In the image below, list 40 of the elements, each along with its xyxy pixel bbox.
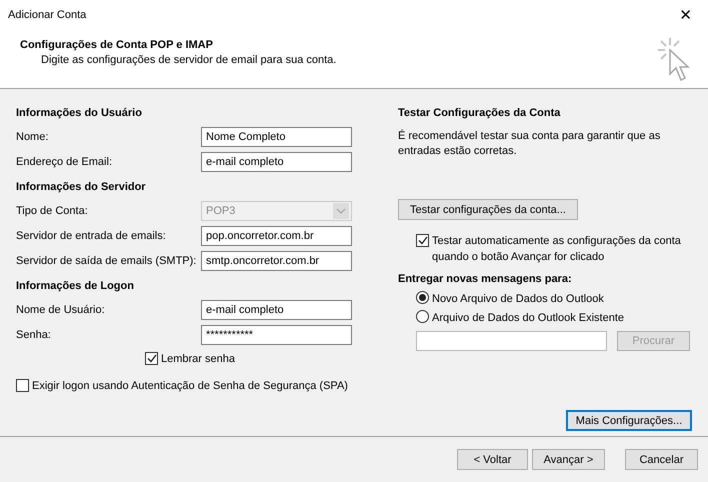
- field-label: Servidor de saída de emails (SMTP):: [16, 254, 196, 269]
- input-field[interactable]: pop.oncorretor.com.br: [201, 226, 352, 246]
- field-label: Endereço de Email:: [16, 155, 112, 170]
- close-button[interactable]: ✕: [675, 6, 696, 24]
- field-label: Tipo de Conta:: [16, 204, 88, 219]
- input-field[interactable]: ***********: [201, 325, 352, 345]
- field-label: Nome:: [16, 130, 48, 145]
- checkbox-label: Lembrar senha: [161, 352, 235, 367]
- field-label: Senha:: [16, 328, 51, 343]
- checkbox-label: Exigir logon usando Autenticação de Senha de Segurança (SPA): [32, 379, 349, 394]
- dialog-button[interactable]: Avançar >: [532, 449, 605, 470]
- input-field[interactable]: smtp.oncorretor.com.br: [201, 251, 352, 271]
- input-field[interactable]: e-mail completo: [201, 152, 352, 172]
- section-title: Informações de Logon: [16, 279, 135, 294]
- window-title: Adicionar Conta: [8, 9, 86, 21]
- page-subtitle: Digite as configurações de servidor de email para sua conta.: [41, 54, 336, 66]
- page-title: Configurações de Conta POP e IMAP: [20, 39, 214, 51]
- radio-label: Arquivo de Dados do Outlook Existente: [432, 311, 624, 326]
- input-field[interactable]: e-mail completo: [201, 300, 352, 320]
- section-title: Informações do Usuário: [16, 106, 143, 121]
- section-title: Entregar novas mensagens para:: [398, 272, 573, 287]
- section-title: Informações do Servidor: [16, 180, 147, 195]
- field-label: Nome de Usuário:: [16, 303, 105, 318]
- file-path-field[interactable]: [416, 331, 607, 351]
- dialog-button[interactable]: < Voltar: [457, 449, 528, 470]
- checkbox[interactable]: [16, 379, 29, 392]
- dialog-button[interactable]: Cancelar: [625, 449, 698, 470]
- caret-icon: [333, 203, 349, 219]
- input-field[interactable]: Nome Completo: [201, 127, 352, 147]
- checkbox[interactable]: [416, 234, 429, 247]
- more-settings-button[interactable]: Mais Configurações...: [566, 410, 692, 431]
- field-label: Servidor de entrada de emails:: [16, 229, 166, 244]
- radio-button[interactable]: [416, 291, 429, 304]
- checkbox-label: Testar automaticamente as configurações da conta quando o botão Avançar for clicado: [432, 234, 682, 265]
- radio-button[interactable]: [416, 310, 429, 323]
- radio-label: Novo Arquivo de Dados do Outlook: [432, 292, 604, 307]
- section-title: Testar Configurações da Conta: [398, 106, 562, 121]
- description-text: É recomendável testar sua conta para garantir que as entradas estão corretas.: [398, 129, 662, 159]
- test-settings-button[interactable]: Testar configurações da conta...: [398, 199, 578, 220]
- checkbox[interactable]: [145, 352, 158, 365]
